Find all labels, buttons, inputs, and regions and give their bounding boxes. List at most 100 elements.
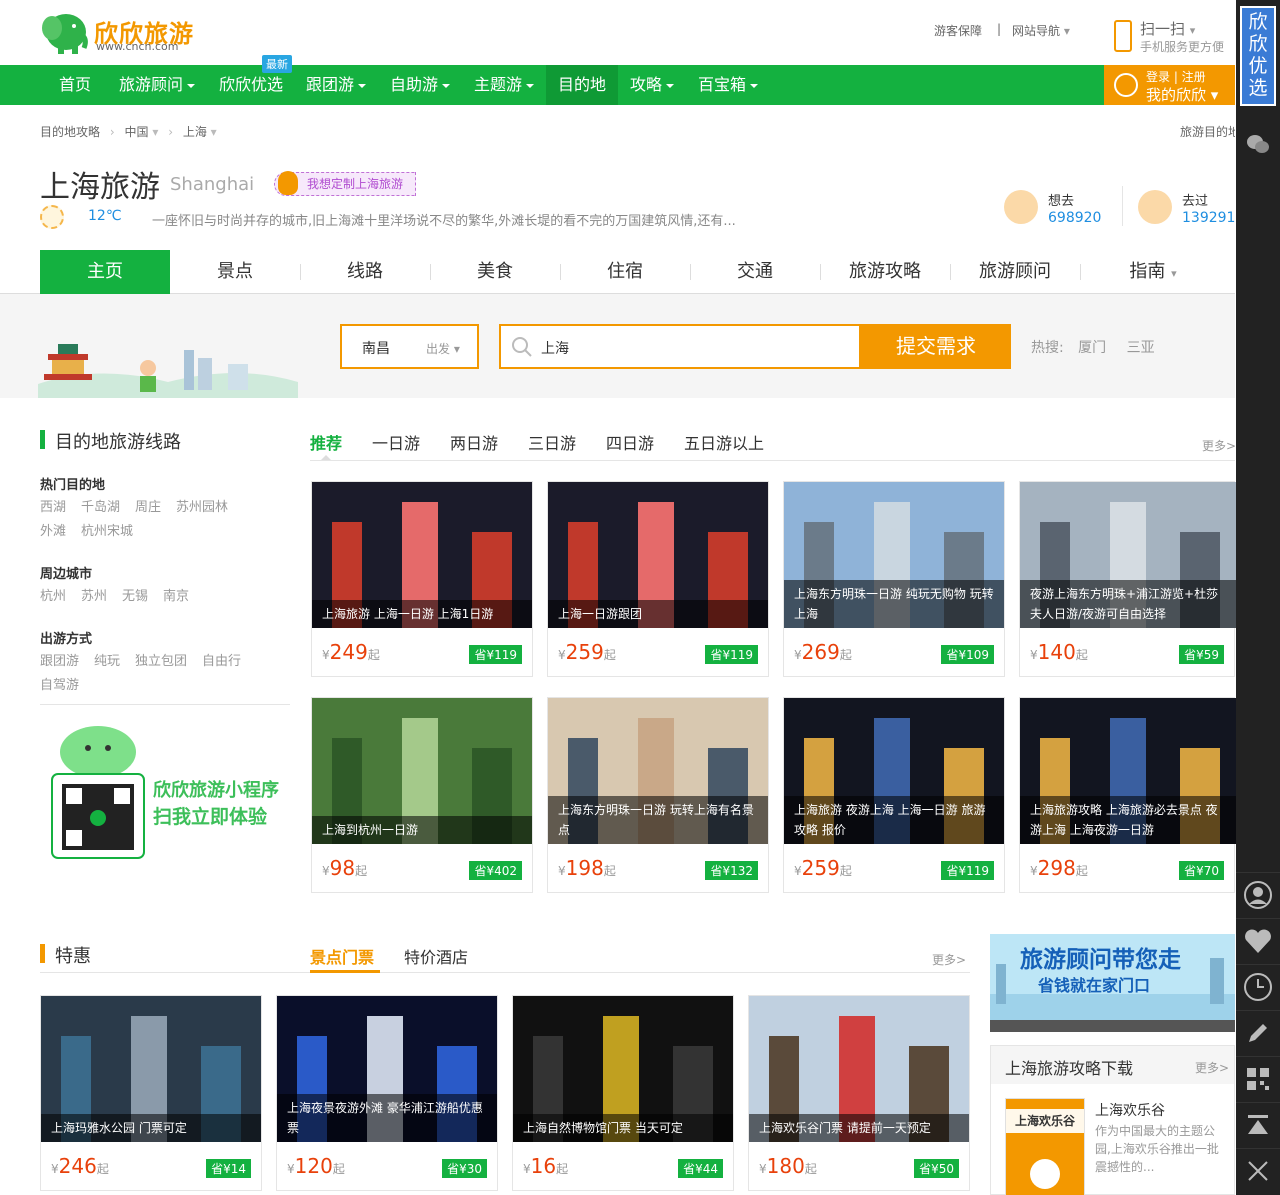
scan-qr-widget[interactable]: 扫一扫 ▾ 手机服务更方便: [1110, 18, 1230, 58]
route-card[interactable]: 上海到杭州一日游 ¥98起 省¥402: [311, 697, 533, 893]
tab-more-guide[interactable]: 指南 ▾: [1088, 250, 1218, 294]
nav-home[interactable]: 首页: [48, 65, 102, 105]
route-tab-3day[interactable]: 三日游: [528, 430, 576, 454]
destination-search[interactable]: 上海: [499, 324, 861, 369]
city-link[interactable]: 杭州: [40, 589, 66, 604]
guide-name[interactable]: 上海欢乐谷: [1095, 1100, 1165, 1120]
tab-transport[interactable]: 交通: [690, 250, 820, 294]
mode-link[interactable]: 自由行: [202, 654, 241, 669]
card-caption[interactable]: 上海夜景夜游外滩 豪华浦江游船优惠票: [277, 1094, 497, 1142]
route-card[interactable]: 上海一日游跟团 ¥259起 省¥119: [547, 481, 769, 677]
wechat-icon[interactable]: [1236, 122, 1280, 166]
nav-self-tour[interactable]: 自助游: [382, 65, 458, 105]
back-to-top-icon[interactable]: [1236, 1102, 1280, 1146]
city-link[interactable]: 无锡: [122, 589, 148, 604]
tab-food[interactable]: 美食: [430, 250, 560, 294]
nav-destination[interactable]: 目的地: [546, 65, 618, 105]
card-caption[interactable]: 上海自然博物馆门票 当天可定: [513, 1114, 733, 1142]
card-caption[interactable]: 上海旅游攻略 上海旅游必去景点 夜游上海 上海夜游一日游: [1020, 796, 1236, 844]
card-photo[interactable]: 上海到杭州一日游: [312, 698, 532, 844]
card-caption[interactable]: 上海一日游跟团: [548, 600, 768, 628]
card-caption[interactable]: 上海东方明珠一日游 玩转上海有名景点: [548, 796, 768, 844]
guide-book-cover[interactable]: 上海欢乐谷: [1005, 1098, 1085, 1195]
card-caption[interactable]: 夜游上海东方明珠+浦江游览+杜莎夫人日游/夜游可自由选择: [1020, 580, 1236, 628]
mode-link[interactable]: 自驾游: [40, 678, 79, 693]
mini-program-qrcode[interactable]: [50, 718, 150, 860]
card-photo[interactable]: 上海玛雅水公园 门票可定: [41, 996, 261, 1142]
history-clock-icon[interactable]: [1236, 964, 1280, 1008]
destination-link[interactable]: 旅游目的地: [1180, 123, 1235, 140]
destination-link[interactable]: 周庄: [135, 500, 161, 515]
favorite-heart-icon[interactable]: [1236, 918, 1280, 962]
destination-link[interactable]: 杭州宋城: [81, 524, 133, 539]
more-link[interactable]: 更多>: [932, 951, 966, 968]
hot-item[interactable]: 三亚: [1127, 340, 1155, 356]
login-register-link[interactable]: 登录 | 注册: [1146, 68, 1206, 85]
destination-link[interactable]: 千岛湖: [81, 500, 120, 515]
deal-tab-hotels[interactable]: 特价酒店: [404, 944, 468, 968]
submit-button[interactable]: 提交需求: [861, 324, 1011, 369]
deal-card[interactable]: 上海玛雅水公园 门票可定 ¥246起 省¥14: [40, 995, 262, 1191]
close-icon[interactable]: [1236, 1148, 1280, 1192]
nav-advisor[interactable]: 旅游顾问: [110, 65, 204, 105]
city-link[interactable]: 南京: [163, 589, 189, 604]
route-card[interactable]: 上海旅游攻略 上海旅游必去景点 夜游上海 上海夜游一日游 ¥298起 省¥70: [1019, 697, 1236, 893]
card-photo[interactable]: 上海旅游 上海一日游 上海1日游: [312, 482, 532, 628]
card-photo[interactable]: 上海欢乐谷门票 请提前一天预定: [749, 996, 969, 1142]
card-photo[interactable]: 上海一日游跟团: [548, 482, 768, 628]
card-photo[interactable]: 上海东方明珠一日游 玩转上海有名景点: [548, 698, 768, 844]
feedback-pencil-icon[interactable]: [1236, 1010, 1280, 1054]
card-caption[interactable]: 上海东方明珠一日游 纯玩无购物 玩转上海: [784, 580, 1004, 628]
guarantee-link[interactable]: 游客保障: [934, 22, 982, 39]
advisor-ad-banner[interactable]: 旅游顾问带您走 省钱就在家门口: [990, 934, 1235, 1032]
tab-hotel[interactable]: 住宿: [560, 250, 690, 294]
card-caption[interactable]: 上海欢乐谷门票 请提前一天预定: [749, 1114, 969, 1142]
route-card[interactable]: 上海旅游 上海一日游 上海1日游 ¥249起 省¥119: [311, 481, 533, 677]
route-tab-recommend[interactable]: 推荐: [310, 430, 342, 454]
login-box[interactable]: 登录 | 注册 我的欣欣 ▾: [1104, 65, 1235, 105]
want-heart-icon[interactable]: [1004, 190, 1038, 224]
city-link[interactable]: 苏州: [81, 589, 107, 604]
user-account-icon[interactable]: [1236, 872, 1280, 916]
route-tab-5day[interactable]: 五日游以上: [684, 430, 764, 454]
destination-link[interactable]: 苏州园林: [176, 500, 228, 515]
mode-link[interactable]: 纯玩: [94, 654, 120, 669]
route-card[interactable]: 夜游上海东方明珠+浦江游览+杜莎夫人日游/夜游可自由选择 ¥140起 省¥59: [1019, 481, 1236, 677]
route-card[interactable]: 上海东方明珠一日游 玩转上海有名景点 ¥198起 省¥132: [547, 697, 769, 893]
nav-guide[interactable]: 攻略: [622, 65, 682, 105]
card-caption[interactable]: 上海旅游 上海一日游 上海1日游: [312, 600, 532, 628]
tab-sights[interactable]: 景点: [170, 250, 300, 294]
tab-home[interactable]: 主页: [40, 250, 170, 294]
nav-toolbox[interactable]: 百宝箱: [690, 65, 766, 105]
tab-advisor[interactable]: 旅游顾问: [950, 250, 1080, 294]
departure-select[interactable]: 南昌 出发 ▾: [340, 324, 479, 369]
hot-item[interactable]: 厦门: [1078, 340, 1106, 356]
card-photo[interactable]: 夜游上海东方明珠+浦江游览+杜莎夫人日游/夜游可自由选择: [1020, 482, 1236, 628]
nav-group-tour[interactable]: 跟团游: [298, 65, 374, 105]
deal-tab-tickets[interactable]: 景点门票: [310, 944, 374, 968]
card-photo[interactable]: 上海夜景夜游外滩 豪华浦江游船优惠票: [277, 996, 497, 1142]
mode-link[interactable]: 独立包团: [135, 654, 187, 669]
been-flag-icon[interactable]: [1138, 190, 1172, 224]
youxuan-promo[interactable]: 欣欣优选: [1240, 6, 1276, 106]
card-caption[interactable]: 上海旅游 夜游上海 上海一日游 旅游攻略 报价: [784, 796, 1004, 844]
my-xinxin-menu[interactable]: 我的欣欣 ▾: [1146, 84, 1218, 105]
card-photo[interactable]: 上海旅游攻略 上海旅游必去景点 夜游上海 上海夜游一日游: [1020, 698, 1236, 844]
mode-link[interactable]: 跟团游: [40, 654, 79, 669]
destination-link[interactable]: 外滩: [40, 524, 66, 539]
qrcode-icon[interactable]: [1236, 1056, 1280, 1100]
route-tab-4day[interactable]: 四日游: [606, 430, 654, 454]
card-photo[interactable]: 上海东方明珠一日游 纯玩无购物 玩转上海: [784, 482, 1004, 628]
card-caption[interactable]: 上海到杭州一日游: [312, 816, 532, 844]
route-card[interactable]: 上海旅游 夜游上海 上海一日游 旅游攻略 报价 ¥259起 省¥119: [783, 697, 1005, 893]
destination-link[interactable]: 西湖: [40, 500, 66, 515]
site-nav-link[interactable]: 网站导航 ▾: [1012, 22, 1070, 39]
more-link[interactable]: 更多>: [1202, 437, 1236, 454]
deal-card[interactable]: 上海欢乐谷门票 请提前一天预定 ¥180起 省¥50: [748, 995, 970, 1191]
card-photo[interactable]: 上海自然博物馆门票 当天可定: [513, 996, 733, 1142]
card-caption[interactable]: 上海玛雅水公园 门票可定: [41, 1114, 261, 1142]
nav-theme-tour[interactable]: 主题游: [466, 65, 542, 105]
tab-travel-guide[interactable]: 旅游攻略: [820, 250, 950, 294]
breadcrumb-item[interactable]: 目的地攻略: [40, 125, 100, 139]
route-card[interactable]: 上海东方明珠一日游 纯玩无购物 玩转上海 ¥269起 省¥109: [783, 481, 1005, 677]
